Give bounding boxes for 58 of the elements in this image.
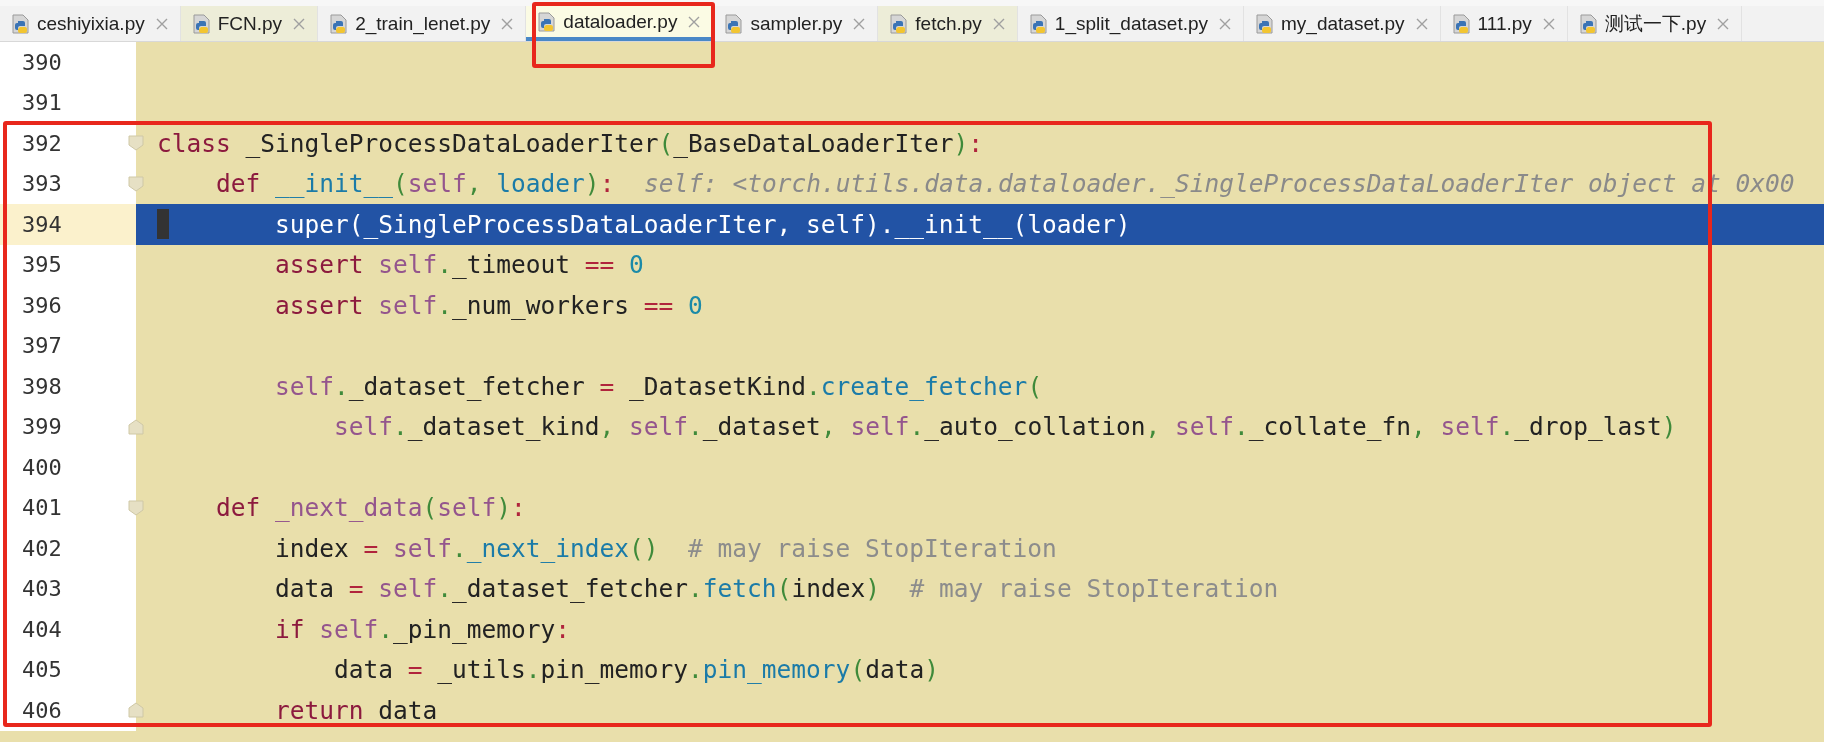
line-number: 406 <box>22 697 62 723</box>
close-icon[interactable] <box>992 17 1005 30</box>
code-line: def _next_data(self): <box>216 493 526 523</box>
code-line: super(_SingleProcessDataLoaderIter, self).__init__(loader) <box>275 209 1131 239</box>
close-icon[interactable] <box>1542 17 1555 30</box>
code-line: self._dataset_fetcher = _DatasetKind.create_fetcher( <box>275 371 1043 401</box>
close-icon[interactable] <box>1415 17 1428 30</box>
python-file-icon <box>12 13 30 34</box>
line-number: 395 <box>22 252 62 278</box>
line-number: 390 <box>22 49 62 75</box>
line-number: 391 <box>22 90 62 116</box>
line-number: 404 <box>22 616 62 642</box>
line-number: 399 <box>22 414 62 440</box>
line-number: 401 <box>22 495 62 521</box>
fold-icon[interactable] <box>128 135 144 152</box>
close-icon[interactable] <box>853 17 866 30</box>
fold-icon[interactable] <box>128 499 144 516</box>
code-line: if self._pin_memory: <box>275 614 571 644</box>
python-file-icon <box>192 13 211 34</box>
code-line: class _SingleProcessDataLoaderIter(_BaseDataLoaderIter): <box>157 128 984 158</box>
code-line: self._dataset_kind, self._dataset, self._auto_collation, self._collate_fn, self._drop_last) <box>334 412 1677 442</box>
close-icon[interactable] <box>1717 17 1730 30</box>
code-line: return data <box>275 695 438 725</box>
python-file-icon <box>538 11 557 32</box>
code-line: assert self._timeout == 0 <box>275 250 644 280</box>
fold-icon[interactable] <box>128 702 144 719</box>
fold-icon[interactable] <box>128 175 144 192</box>
close-icon[interactable] <box>688 15 701 28</box>
editor-tab[interactable]: fetch.py <box>878 6 1018 41</box>
python-file-icon <box>890 13 909 34</box>
editor-tab[interactable]: dataloader.py <box>526 6 714 41</box>
line-number: 394 <box>22 211 62 237</box>
python-file-icon <box>330 13 349 34</box>
python-file-icon <box>725 13 744 34</box>
fold-icon[interactable] <box>128 418 144 435</box>
line-number: 392 <box>22 130 62 156</box>
line-number: 402 <box>22 535 62 561</box>
line-number: 393 <box>22 171 62 197</box>
line-number: 397 <box>22 333 62 359</box>
line-number: 403 <box>22 576 62 602</box>
python-file-icon <box>1579 13 1598 34</box>
line-number: 396 <box>22 292 62 318</box>
close-icon[interactable] <box>155 17 168 30</box>
line-number: 400 <box>22 454 62 480</box>
python-file-icon <box>1256 13 1275 34</box>
close-icon[interactable] <box>501 17 514 30</box>
python-file-icon <box>1029 13 1048 34</box>
line-number: 398 <box>22 373 62 399</box>
close-icon[interactable] <box>293 17 306 30</box>
python-file-icon <box>1452 13 1471 34</box>
code-line: data = self._dataset_fetcher.fetch(index) # may raise StopIteration <box>275 574 1279 604</box>
text-cursor <box>157 209 169 239</box>
close-icon[interactable] <box>1219 17 1232 30</box>
code-line: data = _utils.pin_memory.pin_memory(data) <box>334 655 939 685</box>
editor-tab[interactable]: FCN.py <box>180 6 319 41</box>
line-number: 405 <box>22 657 62 683</box>
code-line: index = self._next_index() # may raise StopIteration <box>275 533 1057 563</box>
code-line: assert self._num_workers == 0 <box>275 290 703 320</box>
